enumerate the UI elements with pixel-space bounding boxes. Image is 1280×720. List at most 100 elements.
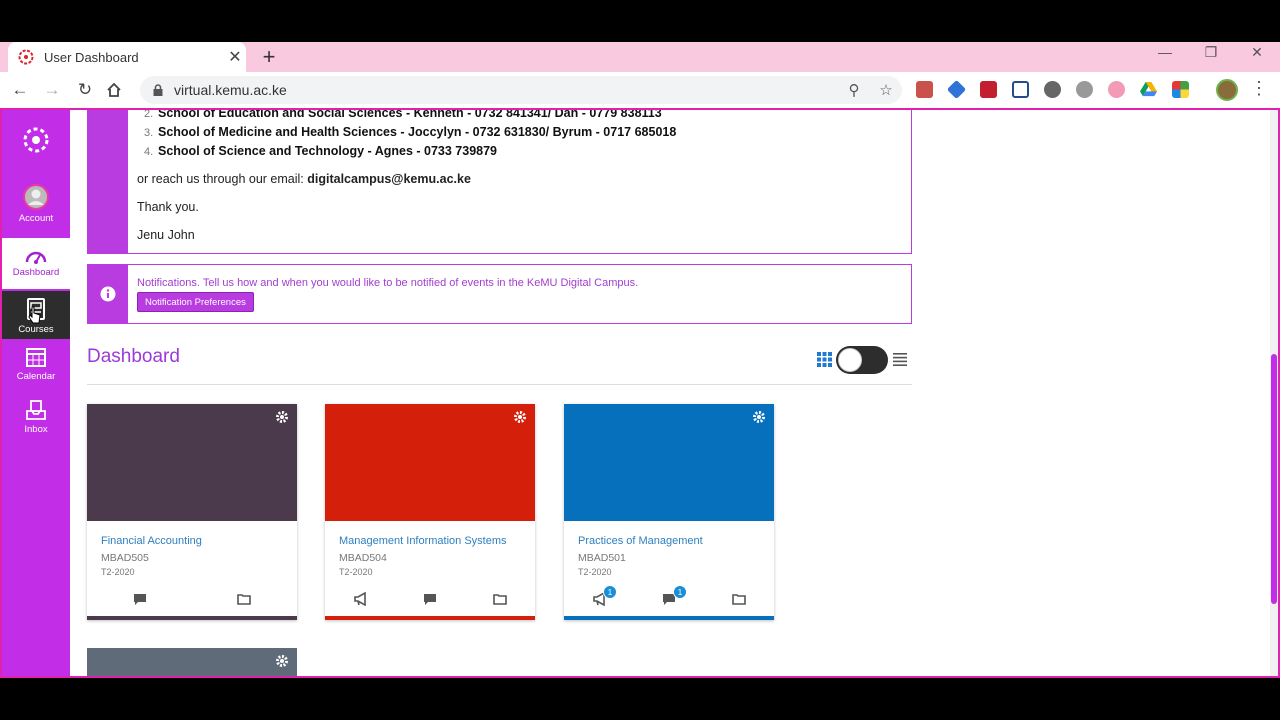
extension-apple-icon[interactable] [1076, 81, 1093, 98]
card-action-icons [325, 592, 535, 612]
scrollbar-thumb[interactable] [1271, 354, 1277, 604]
course-code: MBAD505 [101, 552, 149, 564]
back-icon[interactable]: ← [8, 78, 32, 102]
reload-icon[interactable]: ↻ [73, 78, 97, 102]
global-navigation: Account Dashboard Courses Calendar Inbox [2, 110, 70, 676]
card-view-grid-icon[interactable] [817, 352, 832, 367]
gear-icon[interactable] [275, 410, 289, 424]
toggle-knob [838, 348, 862, 372]
files-icon[interactable] [237, 592, 251, 606]
extension-play-icon[interactable] [1108, 81, 1125, 98]
files-icon[interactable] [732, 592, 746, 606]
browser-menu-icon[interactable]: ⋮ [1250, 78, 1268, 99]
support-email[interactable]: digitalcampus@kemu.ac.ke [307, 172, 471, 186]
extension-red-icon[interactable] [980, 81, 997, 98]
header-divider [87, 384, 912, 385]
announcements-badge: 1 [603, 585, 617, 599]
course-term: T2-2020 [578, 567, 612, 577]
nav-calendar[interactable]: Calendar [2, 346, 70, 390]
extension-diamond-icon[interactable] [946, 79, 967, 100]
forward-icon[interactable]: → [40, 78, 64, 102]
page-scrollbar[interactable] [1270, 110, 1278, 676]
card-action-icons: 1 1 [564, 585, 774, 612]
calendar-icon [26, 348, 46, 367]
course-card[interactable]: Management Information Systems MBAD504 T… [325, 404, 535, 620]
restore-icon[interactable]: ❐ [1196, 44, 1226, 61]
account-avatar-icon [23, 184, 49, 210]
gear-icon[interactable] [513, 410, 527, 424]
school-list-number: 2. [144, 108, 154, 120]
school-science-contact: School of Science and Technology - Agnes… [158, 144, 497, 158]
profile-avatar[interactable] [1216, 79, 1238, 101]
nav-inbox-label: Inbox [24, 424, 48, 435]
nav-courses[interactable]: Courses [2, 291, 70, 339]
course-card[interactable]: Financial Accounting MBAD505 T2-2020 [87, 404, 297, 620]
nav-dashboard-label: Dashboard [12, 267, 60, 278]
thanks-text: Thank you. [137, 200, 199, 214]
files-icon[interactable] [493, 592, 507, 606]
info-icon [100, 286, 116, 302]
nav-inbox[interactable]: Inbox [2, 399, 70, 443]
extension-upload-icon[interactable] [1012, 81, 1029, 98]
pdf-extension-icon[interactable] [916, 81, 933, 98]
nav-account[interactable]: Account [2, 184, 70, 232]
new-tab-icon[interactable]: + [258, 44, 280, 70]
school-education-contact: School of Education and Social Sciences … [158, 108, 662, 120]
card-action-icons [87, 592, 297, 612]
card-color-bar [564, 616, 774, 620]
course-card[interactable] [87, 648, 297, 676]
dashboard-gauge-icon [25, 251, 47, 264]
extension-circle-icon[interactable] [1044, 81, 1061, 98]
address-bar[interactable]: virtual.kemu.ac.ke ⚲ ☆ [140, 76, 902, 104]
notification-accent-bar [88, 265, 128, 323]
google-drive-icon[interactable] [1140, 81, 1157, 98]
course-name-link[interactable]: Practices of Management [578, 535, 703, 547]
mouse-pointer-icon [28, 306, 41, 324]
list-view-icon[interactable] [893, 353, 907, 366]
course-name-link[interactable]: Management Information Systems [339, 535, 507, 547]
browser-tab[interactable]: User Dashboard ✕ [8, 42, 246, 72]
lock-icon [153, 84, 163, 96]
browser-toolbar: ← → ↻ virtual.kemu.ac.ke ⚲ ☆ ⋮ [0, 72, 1280, 108]
course-code: MBAD504 [339, 552, 387, 564]
canvas-logo-icon[interactable] [22, 126, 50, 154]
zoom-icon[interactable]: ⚲ [838, 81, 870, 99]
discussions-icon[interactable] [423, 592, 437, 606]
extension-grid-icon[interactable] [1172, 81, 1189, 98]
email-line: or reach us through our email: digitalca… [137, 172, 471, 186]
signature-text: Jenu John [137, 228, 195, 242]
course-name-link[interactable]: Financial Accounting [101, 535, 202, 547]
nav-calendar-label: Calendar [16, 371, 56, 382]
course-term: T2-2020 [339, 567, 373, 577]
gear-icon[interactable] [275, 654, 289, 668]
screen: User Dashboard ✕ + — ❐ ✕ ← → ↻ virtual.k… [0, 0, 1280, 720]
nav-account-label: Account [18, 213, 54, 224]
school-medicine-contact: School of Medicine and Health Sciences -… [158, 125, 677, 139]
window-close-icon[interactable]: ✕ [1242, 44, 1272, 61]
discussions-badge: 1 [673, 585, 687, 599]
bookmark-star-icon[interactable]: ☆ [870, 81, 902, 99]
minimize-icon[interactable]: — [1150, 44, 1180, 60]
discussions-icon[interactable] [133, 592, 147, 606]
card-hero[interactable] [87, 404, 297, 521]
notification-preferences-button[interactable]: Notification Preferences [137, 292, 254, 312]
notification-banner: Notifications. Tell us how and when you … [87, 264, 912, 324]
page-title: Dashboard [87, 346, 180, 367]
browser-tab-bar: User Dashboard ✕ + — ❐ ✕ [0, 42, 1280, 72]
card-hero[interactable] [564, 404, 774, 521]
tab-title: User Dashboard [44, 49, 139, 65]
nav-dashboard[interactable]: Dashboard [2, 238, 70, 289]
tab-close-icon[interactable]: ✕ [224, 47, 246, 67]
school-list-number: 3. [144, 127, 154, 139]
course-code: MBAD501 [578, 552, 626, 564]
card-hero[interactable] [325, 404, 535, 521]
announcement-box: 2. School of Education and Social Scienc… [87, 108, 912, 254]
view-toggle[interactable] [836, 346, 888, 374]
course-card[interactable]: Practices of Management MBAD501 T2-2020 … [564, 404, 774, 620]
inbox-icon [26, 400, 46, 420]
canvas-logo-icon [18, 49, 34, 65]
notification-text: Notifications. Tell us how and when you … [137, 277, 639, 289]
gear-icon[interactable] [752, 410, 766, 424]
home-icon[interactable] [106, 82, 122, 98]
announcements-megaphone-icon[interactable] [354, 592, 368, 606]
